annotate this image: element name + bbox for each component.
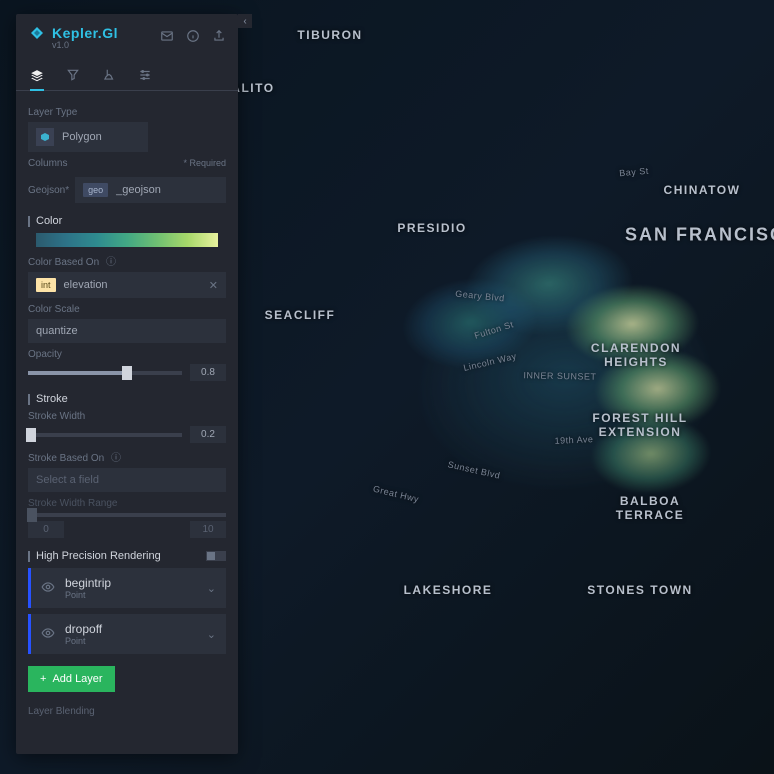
stroke-based-on-placeholder: Select a field xyxy=(36,474,99,486)
nav-tabs xyxy=(16,54,238,91)
heatmap-layer xyxy=(273,159,774,693)
required-label: * Required xyxy=(183,158,226,168)
opacity-value: 0.8 xyxy=(190,364,226,381)
opacity-slider-thumb[interactable] xyxy=(122,366,132,380)
brand-name: Kepler.Gl xyxy=(52,25,118,41)
layer-card-dropoff[interactable]: dropoffPoint ⌄ xyxy=(28,614,226,654)
polygon-icon xyxy=(36,128,54,146)
stroke-based-on-label: Stroke Based On ⓘ xyxy=(28,449,226,464)
geojson-value: _geojson xyxy=(116,184,161,196)
stroke-range-slider xyxy=(28,513,226,517)
color-based-on-input[interactable]: int elevation ✕ xyxy=(28,272,226,298)
chevron-down-icon[interactable]: ⌄ xyxy=(207,628,216,641)
kepler-logo-icon xyxy=(28,24,46,42)
color-scale-label: Color Scale xyxy=(28,304,226,315)
layer-name: dropoff xyxy=(65,622,102,636)
opacity-label: Opacity xyxy=(28,349,226,360)
color-scale-dropdown[interactable]: quantize xyxy=(28,319,226,343)
color-section-title: Color xyxy=(28,215,226,227)
columns-label: Columns xyxy=(28,158,67,169)
visibility-toggle-icon[interactable] xyxy=(41,626,55,643)
layer-name: begintrip xyxy=(65,576,111,590)
tab-interactions[interactable] xyxy=(102,68,116,82)
opacity-slider[interactable] xyxy=(28,371,182,375)
color-scale-value: quantize xyxy=(36,325,78,337)
stroke-width-slider[interactable] xyxy=(28,433,182,437)
info-icon[interactable] xyxy=(186,29,200,46)
visibility-toggle-icon[interactable] xyxy=(41,580,55,597)
add-layer-button[interactable]: + Add Layer xyxy=(28,666,115,692)
sidebar-panel: Kepler.Gl v1.0 La xyxy=(16,14,238,754)
geo-chip: geo xyxy=(83,183,108,197)
layer-card-begintrip[interactable]: begintripPoint ⌄ xyxy=(28,568,226,608)
layer-config-panel: Layer Type Polygon Columns * Required Ge… xyxy=(16,91,238,741)
geojson-label: Geojson* xyxy=(28,185,69,196)
int-chip: int xyxy=(36,278,56,292)
high-precision-toggle[interactable] xyxy=(206,551,226,561)
stroke-width-range-label: Stroke Width Range xyxy=(28,498,226,509)
clear-icon[interactable]: ✕ xyxy=(209,279,218,292)
layer-type-label: Layer Type xyxy=(28,107,226,118)
geojson-field-input[interactable]: geo _geojson xyxy=(75,177,226,203)
layer-type: Point xyxy=(65,590,111,600)
layer-blending-label: Layer Blending xyxy=(28,706,226,717)
info-icon[interactable]: ⓘ xyxy=(106,257,116,268)
info-icon[interactable]: ⓘ xyxy=(111,453,121,464)
sidebar-header: Kepler.Gl v1.0 xyxy=(16,14,238,54)
stroke-range-max: 10 xyxy=(190,521,226,538)
color-ramp[interactable] xyxy=(36,233,218,247)
tab-settings[interactable] xyxy=(138,68,152,82)
collapse-sidebar-button[interactable]: ‹ xyxy=(238,14,252,28)
share-icon[interactable] xyxy=(212,29,226,46)
map-neighborhood-label: TIBURON xyxy=(297,28,362,42)
stroke-width-slider-thumb[interactable] xyxy=(26,428,36,442)
brand: Kepler.Gl xyxy=(28,24,118,42)
layer-type: Point xyxy=(65,636,102,646)
stroke-width-label: Stroke Width xyxy=(28,411,226,422)
stroke-width-value: 0.2 xyxy=(190,426,226,443)
high-precision-label: High Precision Rendering xyxy=(36,550,161,562)
add-layer-label: Add Layer xyxy=(52,673,102,685)
plus-icon: + xyxy=(40,673,46,685)
stroke-section-title: Stroke xyxy=(28,393,226,405)
color-based-on-label: Color Based On ⓘ xyxy=(28,253,226,268)
chevron-down-icon[interactable]: ⌄ xyxy=(207,582,216,595)
stroke-based-on-input[interactable]: Select a field xyxy=(28,468,226,492)
stroke-range-min: 0 xyxy=(28,521,64,538)
mail-icon[interactable] xyxy=(160,29,174,46)
layer-type-dropdown[interactable]: Polygon xyxy=(28,122,148,152)
tab-layers[interactable] xyxy=(30,68,44,91)
tab-filters[interactable] xyxy=(66,68,80,82)
color-based-on-value: elevation xyxy=(64,279,108,291)
layer-type-value: Polygon xyxy=(62,131,102,143)
